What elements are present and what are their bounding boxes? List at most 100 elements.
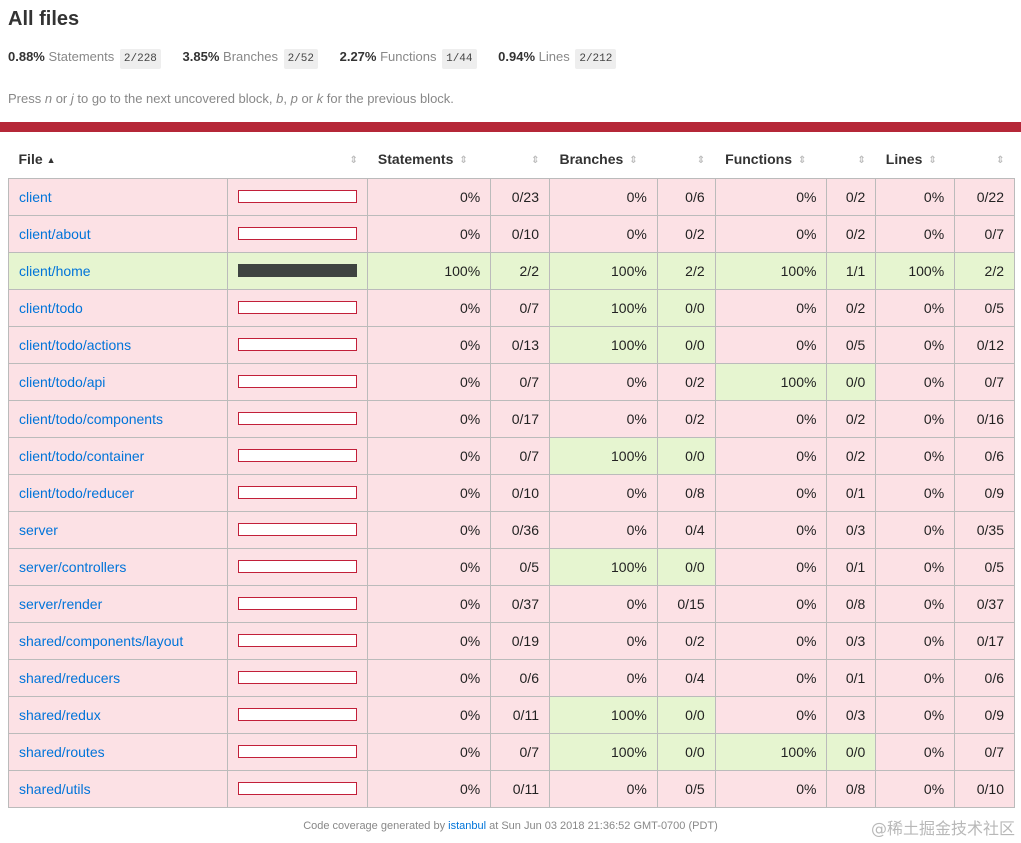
statements-fraction-cell: 0/7 [490,288,550,327]
summary-fraction: 2/228 [119,49,161,69]
column-header-file[interactable]: File ▲ [9,140,228,178]
file-link[interactable]: server [19,522,58,538]
istanbul-link[interactable]: istanbul [448,820,486,832]
file-link[interactable]: client/todo/actions [19,337,131,353]
branches-fraction-cell: 0/0 [656,436,716,475]
column-header-file-bar[interactable]: ⇕ [228,140,368,178]
branches-fraction-cell: 2/2 [656,251,716,290]
column-header-functions[interactable]: Functions ⇕ [715,140,827,178]
statements-fraction-cell: 0/7 [490,362,550,401]
branches-fraction-cell: 0/0 [656,547,716,586]
coverage-bar [238,634,358,647]
branches-fraction-cell: 0/2 [656,362,716,401]
coverage-bar [238,375,358,388]
branches-pct-cell: 0% [548,214,658,253]
file-link[interactable]: server/controllers [19,559,126,575]
table-row: client 0% 0/23 0% 0/6 0% 0/2 0% 0/22 [7,177,1015,216]
table-row: client/todo/components 0% 0/17 0% 0/2 0% 0/2 0%… [7,399,1015,438]
functions-pct-cell: 0% [714,214,828,253]
coverage-table: File ▲ ⇕ Statements ⇕ ⇕ Branches ⇕ ⇕ Functi… [7,140,1015,808]
functions-fraction-cell: 0/2 [826,214,877,253]
branches-pct-cell: 100% [548,732,658,771]
file-cell: client/todo [7,288,229,327]
lines-pct-cell: 0% [875,177,956,216]
file-link[interactable]: client/todo/container [19,448,144,464]
sort-icon: ⇕ [459,154,468,166]
coverage-bar-cell [227,251,369,290]
functions-fraction-cell: 0/2 [826,436,877,475]
coverage-bar [238,597,358,610]
file-link[interactable]: client/todo/components [19,411,163,427]
lines-pct-cell: 0% [875,214,956,253]
coverage-report-page: All files 0.88% Statements 2/228 3.85% B… [0,0,1021,843]
file-link[interactable]: client/todo/reducer [19,485,134,501]
file-cell: shared/components/layout [7,621,229,660]
coverage-bar-cell [227,769,369,808]
branches-fraction-cell: 0/2 [656,621,716,660]
branches-fraction-cell: 0/2 [656,399,716,438]
column-header-statements[interactable]: Statements ⇕ [368,140,491,178]
table-row: shared/redux 0% 0/11 100% 0/0 0% 0/3 0% 0/9 [7,695,1015,734]
lines-pct-cell: 100% [875,251,956,290]
coverage-bar-cell [227,325,369,364]
lines-fraction-cell: 0/10 [954,769,1015,808]
file-link[interactable]: client/about [19,226,91,242]
lines-pct-cell: 0% [875,584,956,623]
sort-ascending-icon: ▲ [46,155,56,166]
functions-pct-cell: 0% [714,177,828,216]
statements-fraction-cell: 0/11 [490,769,550,808]
summary-pct: 2.27% [339,49,377,64]
report-header: All files 0.88% Statements 2/228 3.85% B… [0,0,1021,106]
file-cell: shared/reducers [7,658,229,697]
coverage-bar-fill [239,265,357,276]
summary-branches: 3.85% Branches 2/52 [183,48,318,69]
hint-text: for the previous block. [323,91,454,106]
statements-fraction-cell: 0/7 [490,732,550,771]
coverage-bar-cell [227,399,369,438]
statements-fraction-cell: 0/19 [490,621,550,660]
functions-pct-cell: 0% [714,436,828,475]
file-link[interactable]: shared/routes [19,744,105,760]
branches-fraction-cell: 0/0 [656,695,716,734]
lines-fraction-cell: 0/7 [954,732,1015,771]
coverage-bar-cell [227,510,369,549]
column-header-branches-raw[interactable]: ⇕ [657,140,715,178]
functions-pct-cell: 0% [714,547,828,586]
file-link[interactable]: shared/reducers [19,670,120,686]
file-link[interactable]: shared/components/layout [19,633,183,649]
functions-fraction-cell: 0/1 [826,473,877,512]
file-link[interactable]: shared/utils [19,781,91,797]
table-row: shared/components/layout 0% 0/19 0% 0/2 0% 0/3… [7,621,1015,660]
column-header-lines-raw[interactable]: ⇕ [955,140,1015,178]
sort-icon: ⇕ [857,154,866,166]
lines-pct-cell: 0% [875,695,956,734]
branches-pct-cell: 100% [548,251,658,290]
statements-fraction-cell: 0/37 [490,584,550,623]
coverage-bar-cell [227,473,369,512]
file-link[interactable]: client/home [19,263,91,279]
file-link[interactable]: client/todo/api [19,374,105,390]
statements-pct-cell: 0% [367,288,492,327]
lines-pct-cell: 0% [875,510,956,549]
functions-pct-cell: 0% [714,584,828,623]
statements-fraction-cell: 0/23 [490,177,550,216]
file-link[interactable]: server/render [19,596,102,612]
branches-fraction-cell: 0/0 [656,732,716,771]
keyboard-hint: Press n or j to go to the next uncovered… [8,91,1021,106]
branches-fraction-cell: 0/8 [656,473,716,512]
functions-pct-cell: 0% [714,473,828,512]
coverage-bar-cell [227,658,369,697]
column-header-lines[interactable]: Lines ⇕ [876,140,955,178]
column-header-statements-raw[interactable]: ⇕ [491,140,550,178]
functions-pct-cell: 0% [714,288,828,327]
file-link[interactable]: shared/redux [19,707,101,723]
table-row: client/todo/container 0% 0/7 100% 0/0 0% 0/2 0%… [7,436,1015,475]
column-header-functions-raw[interactable]: ⇕ [827,140,876,178]
watermark: @稀土掘金技术社区 [870,819,1015,838]
file-link[interactable]: client/todo [19,300,83,316]
statements-pct-cell: 0% [367,325,492,364]
file-link[interactable]: client [19,189,52,205]
table-row: shared/utils 0% 0/11 0% 0/5 0% 0/8 0% 0/10 [7,769,1015,808]
lines-fraction-cell: 0/7 [954,362,1015,401]
column-header-branches[interactable]: Branches ⇕ [549,140,657,178]
